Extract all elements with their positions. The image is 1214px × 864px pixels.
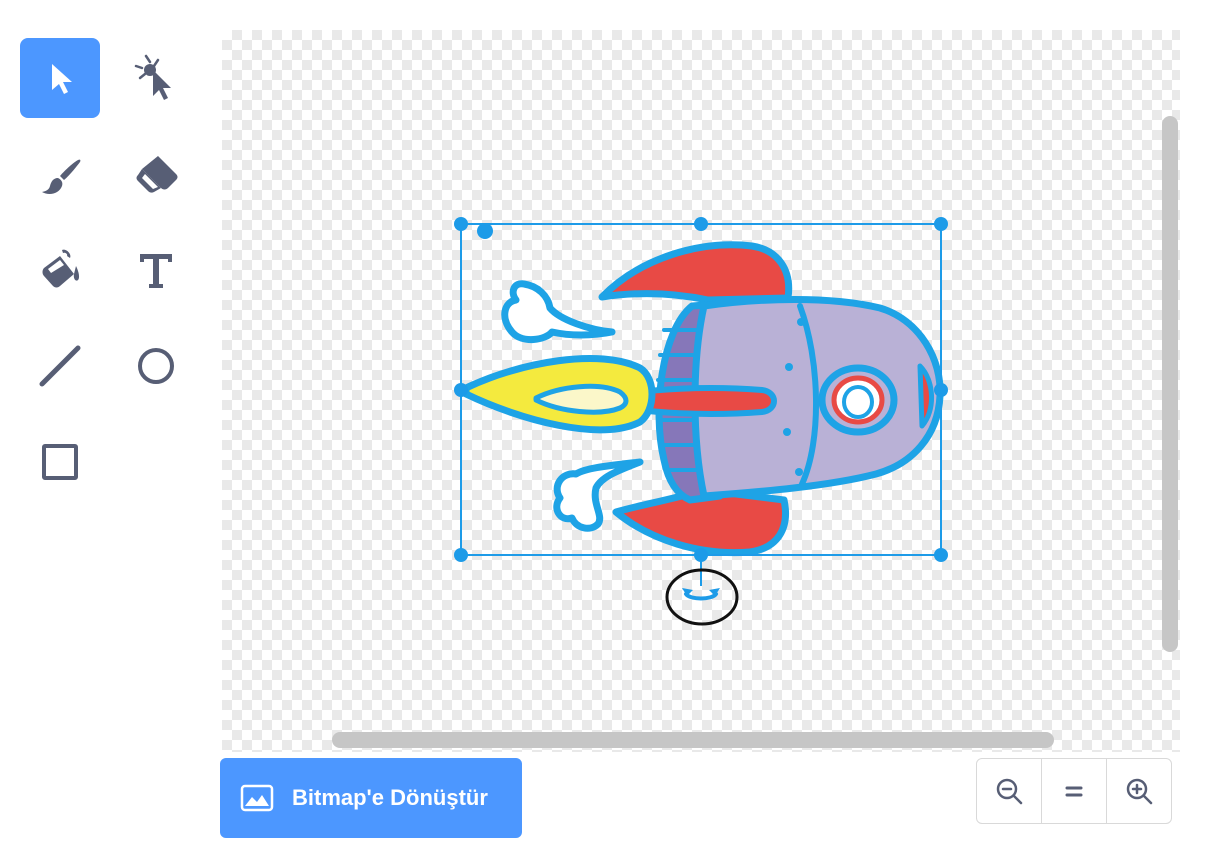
arrow-cursor-icon [52,64,72,94]
resize-handle-bottom-left[interactable] [454,548,468,562]
line-icon [39,345,81,387]
paint-canvas[interactable] [222,30,1180,752]
rectangle-tool[interactable] [20,422,100,502]
zoom-in-button[interactable] [1106,759,1171,823]
vertical-scrollbar[interactable] [1162,116,1178,652]
canvas-drawing[interactable] [222,30,1180,752]
eraser-tool[interactable] [116,134,196,214]
line-tool[interactable] [20,326,100,406]
rocket-costume[interactable] [462,241,944,557]
text-t-icon [140,254,172,288]
resize-handle-top-left[interactable] [454,217,468,231]
circle-icon [138,348,174,384]
resize-handle-top-right[interactable] [934,217,948,231]
brush-icon [42,159,81,194]
resize-handle-left[interactable] [454,383,468,397]
rectangle-icon [42,444,78,480]
zoom-reset-button[interactable] [1041,759,1106,823]
rotate-icon [684,592,718,601]
zoom-reset-icon [1065,786,1083,797]
select-tool[interactable] [20,38,100,118]
paint-bucket-icon [42,249,80,288]
zoom-out-icon [996,778,1023,805]
zoom-in-icon [1126,778,1153,805]
zoom-controls [976,758,1172,824]
brush-tool[interactable] [20,134,100,214]
circle-tool[interactable] [116,326,196,406]
convert-to-bitmap-label: Bitmap'e Dönüştür [292,785,488,810]
zoom-out-button[interactable] [977,759,1041,823]
rotate-handle[interactable] [665,555,739,626]
reshape-tool[interactable] [116,38,196,118]
resize-handle-extra[interactable] [477,223,493,239]
reshape-cursor-icon [134,54,171,100]
convert-to-bitmap-button[interactable]: Bitmap'e Dönüştür [220,758,522,838]
horizontal-scrollbar[interactable] [332,732,1054,748]
text-tool[interactable] [116,230,196,310]
eraser-icon [136,156,178,193]
fill-tool[interactable] [20,230,100,310]
image-icon [240,784,274,812]
resize-handle-right[interactable] [934,383,948,397]
resize-handle-bottom-right[interactable] [934,548,948,562]
resize-handle-top[interactable] [694,217,708,231]
